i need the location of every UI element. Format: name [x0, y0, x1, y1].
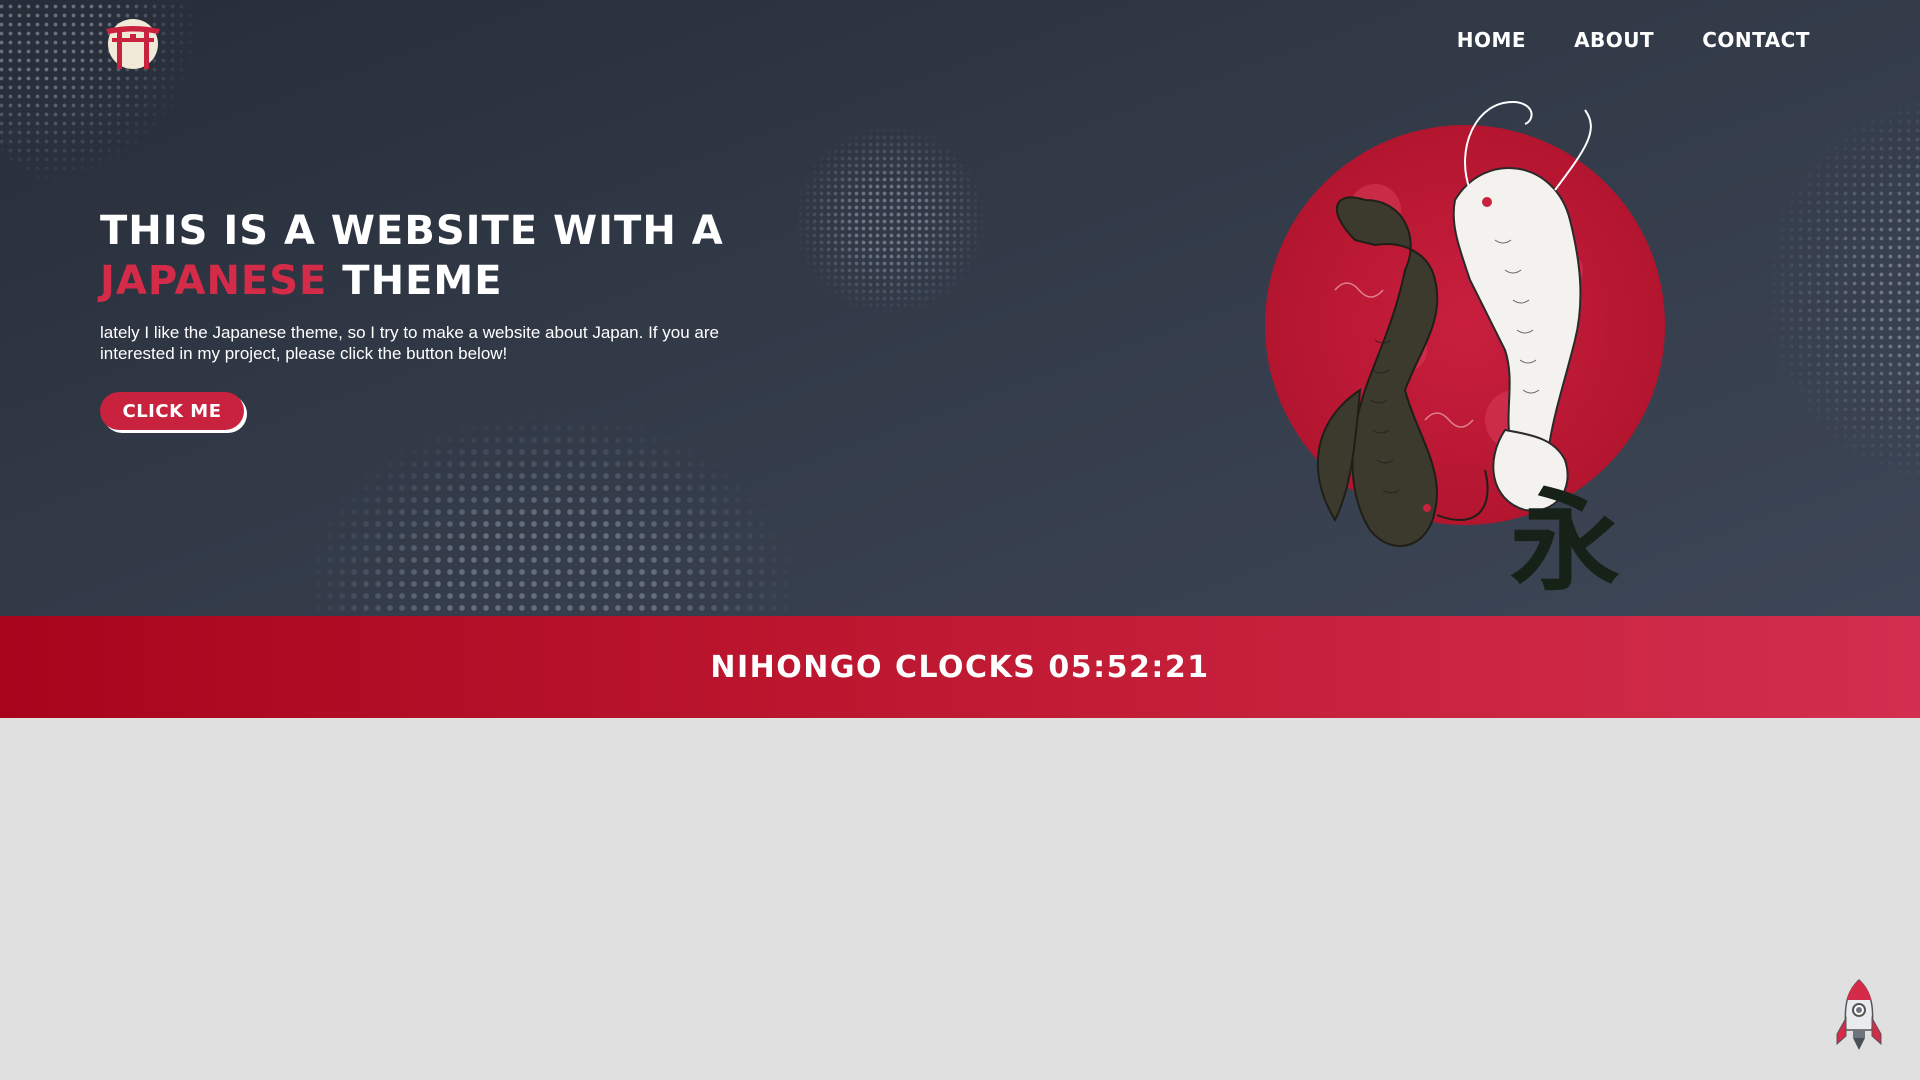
- headline-line1: THIS IS A WEBSITE WITH A: [100, 208, 724, 254]
- clock-banner: NIHONGO CLOCKS 05:52:21: [0, 616, 1920, 718]
- nav-home-link[interactable]: HOME: [1457, 28, 1526, 52]
- kanji-character: 永: [1510, 477, 1620, 600]
- hero-section: HOME ABOUT CONTACT THIS IS A WEBSITE WIT…: [0, 0, 1920, 616]
- halftone-decoration: [1760, 90, 1920, 490]
- click-me-button[interactable]: CLICK ME: [100, 392, 244, 430]
- halftone-decoration: [300, 410, 800, 616]
- main-nav: HOME ABOUT CONTACT: [1457, 28, 1810, 52]
- clock-display: NIHONGO CLOCKS 05:52:21: [710, 650, 1209, 685]
- headline-rest: THEME: [327, 258, 503, 304]
- rocket-icon[interactable]: [1834, 978, 1884, 1052]
- koi-fish-illustration: 永: [1265, 100, 1665, 600]
- torii-gate-icon[interactable]: [100, 14, 166, 74]
- nav-about-link[interactable]: ABOUT: [1574, 28, 1654, 52]
- clock-time: 05:52:21: [1048, 649, 1210, 685]
- hero-description: lately I like the Japanese theme, so I t…: [100, 323, 719, 363]
- hero-headline: THIS IS A WEBSITE WITH A JAPANESE THEME: [100, 206, 724, 306]
- halftone-decoration: [790, 120, 990, 320]
- clock-label: NIHONGO CLOCKS: [710, 649, 1037, 685]
- nav-contact-link[interactable]: CONTACT: [1702, 28, 1810, 52]
- headline-accent: JAPANESE: [100, 258, 328, 304]
